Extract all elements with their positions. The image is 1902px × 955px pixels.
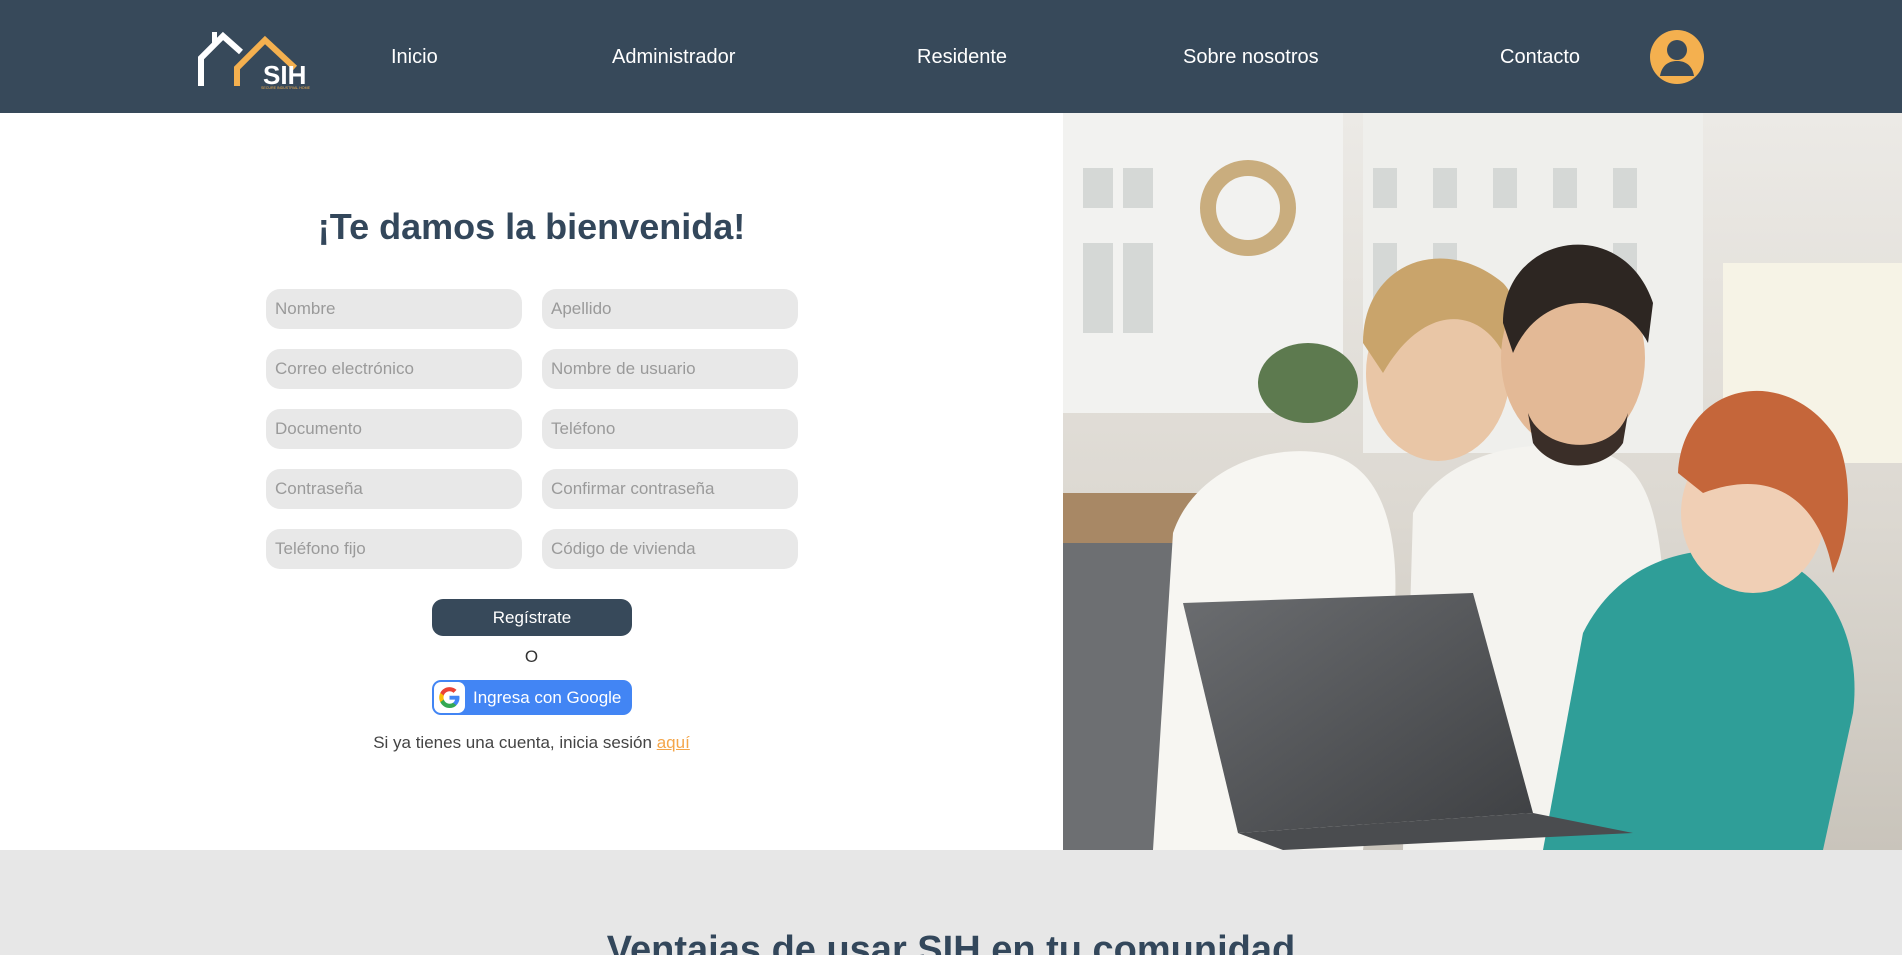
- nav-link-sobre-nosotros[interactable]: Sobre nosotros: [1183, 44, 1319, 70]
- google-login-button[interactable]: Ingresa con Google: [432, 680, 632, 715]
- apellido-field[interactable]: [542, 289, 798, 329]
- login-prompt-text: Si ya tienes una cuenta, inicia sesión: [373, 733, 652, 752]
- or-divider: O: [524, 647, 539, 666]
- register-panel: ¡Te damos la bienvenida! Regístrate O In…: [0, 113, 1063, 850]
- user-circle-icon: [1660, 40, 1694, 76]
- documento-field[interactable]: [266, 409, 522, 449]
- login-prompt: Si ya tienes una cuenta, inicia sesión a…: [0, 733, 1063, 753]
- confirm-password-field[interactable]: [542, 469, 798, 509]
- nav-link-administrador[interactable]: Administrador: [612, 44, 735, 70]
- navbar: SIH SECURE INDUSTRIAL HOME Inicio Admini…: [0, 0, 1902, 113]
- benefits-title: Ventajas de usar SIH en tu comunidad: [606, 929, 1296, 955]
- benefits-section: Ventajas de usar SIH en tu comunidad: [0, 850, 1902, 955]
- email-field[interactable]: [266, 349, 522, 389]
- telefono-field[interactable]: [542, 409, 798, 449]
- google-g-icon: [434, 682, 465, 713]
- login-link[interactable]: aquí: [657, 733, 690, 752]
- username-field[interactable]: [542, 349, 798, 389]
- user-avatar-button[interactable]: [1650, 30, 1704, 84]
- logo-tagline: SECURE INDUSTRIAL HOME: [261, 86, 311, 90]
- nav-link-inicio[interactable]: Inicio: [391, 44, 438, 70]
- nav-link-contacto[interactable]: Contacto: [1500, 44, 1580, 70]
- register-button[interactable]: Regístrate: [432, 599, 632, 636]
- sih-logo[interactable]: SIH SECURE INDUSTRIAL HOME: [197, 24, 327, 90]
- landline-field[interactable]: [266, 529, 522, 569]
- nombre-field[interactable]: [266, 289, 522, 329]
- password-field[interactable]: [266, 469, 522, 509]
- google-login-label: Ingresa con Google: [473, 688, 622, 707]
- welcome-title: ¡Te damos la bienvenida!: [317, 206, 746, 247]
- family-laptop-photo: [1063, 113, 1902, 850]
- housing-code-field[interactable]: [542, 529, 798, 569]
- nav-link-residente[interactable]: Residente: [917, 44, 1007, 70]
